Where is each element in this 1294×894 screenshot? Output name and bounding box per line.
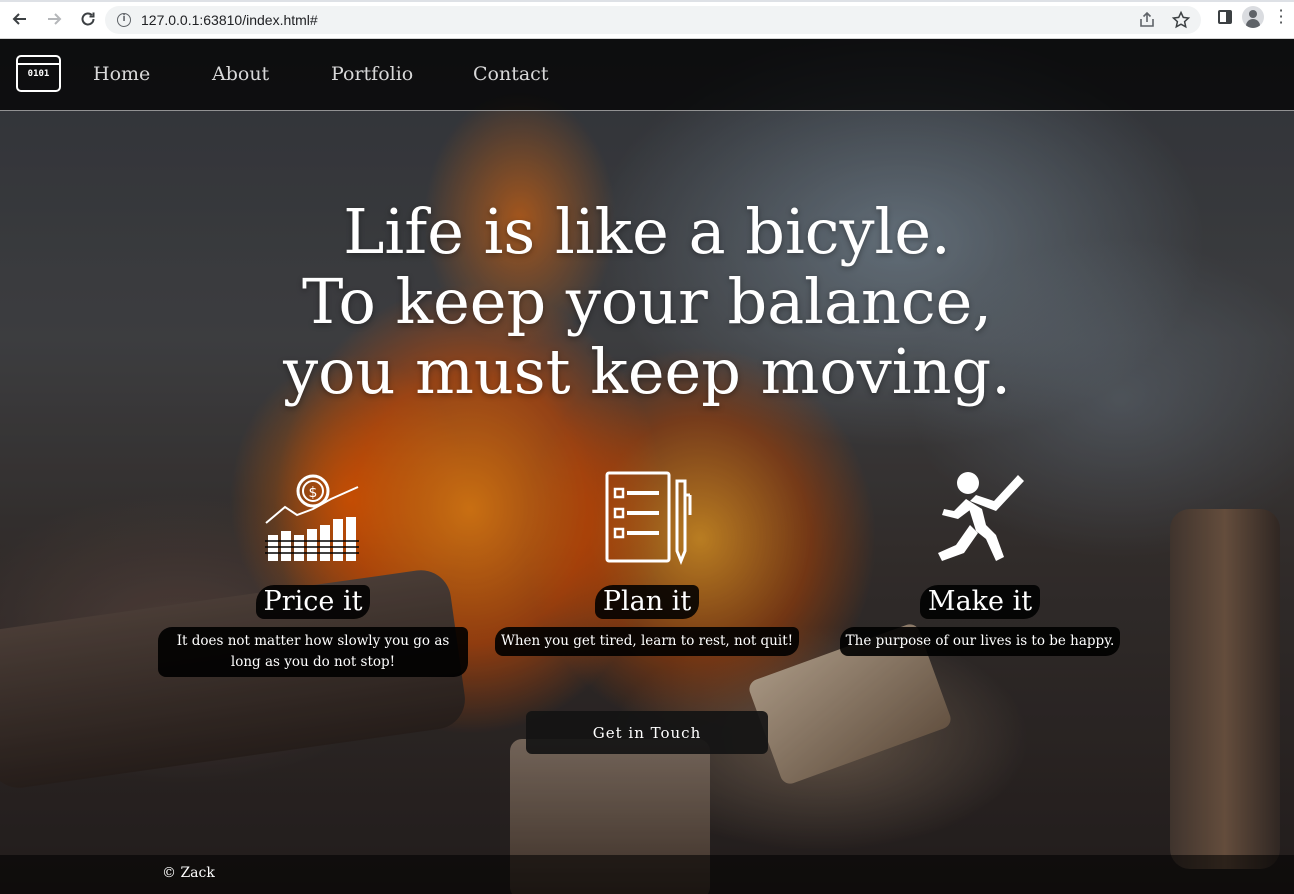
star-icon[interactable] [1171, 10, 1191, 30]
nav-link-home[interactable]: Home [93, 63, 150, 85]
feature-price: $ Price it It does not matter how slowly… [153, 469, 473, 677]
hero-line-3: you must keep moving. [283, 335, 1011, 408]
hero-line-1: Life is like a bicyle. [343, 195, 951, 268]
nav-link-contact[interactable]: Contact [473, 63, 548, 85]
nav-link-about[interactable]: About [212, 63, 269, 85]
feature-title: Price it [255, 585, 371, 619]
feature-make: Make it The purpose of our lives is to b… [820, 469, 1140, 656]
runner-icon [938, 472, 1024, 561]
reload-icon [81, 12, 95, 26]
feature-desc: When you get tired, learn to rest, not q… [494, 627, 800, 656]
page-viewport: 0101 Home About Portfolio Contact Life i… [0, 39, 1294, 894]
hero-line-2: To keep your balance, [301, 265, 993, 338]
nav-link-portfolio[interactable]: Portfolio [331, 63, 413, 85]
logo-text: 0101 [27, 69, 50, 79]
hero-quote: Life is like a bicyle. To keep your bala… [0, 197, 1294, 407]
back-button[interactable] [6, 5, 34, 33]
feature-desc: It does not matter how slowly you go as … [158, 627, 468, 677]
avatar-icon[interactable] [1242, 6, 1264, 28]
feature-title: Plan it [594, 585, 700, 619]
forward-button[interactable] [40, 5, 68, 33]
site-navbar: 0101 Home About Portfolio Contact [0, 39, 1294, 111]
money-chart-icon: $ [265, 474, 359, 561]
feature-title: Make it [919, 585, 1041, 619]
kebab-menu-icon[interactable]: · · · [1274, 3, 1288, 31]
site-info-icon[interactable]: i [117, 13, 131, 27]
get-in-touch-button[interactable]: Get in Touch [526, 711, 768, 754]
site-footer: © Zack [0, 855, 1294, 894]
browser-toolbar: i 127.0.0.1:63810/index.html# · · · [0, 0, 1294, 39]
svg-text:$: $ [309, 485, 318, 501]
reload-button[interactable] [74, 5, 102, 33]
tab-strip-edge [0, 0, 1294, 2]
share-icon[interactable] [1137, 10, 1157, 30]
checklist-pen-icon [605, 471, 692, 566]
arrow-left-icon [12, 13, 26, 25]
url-text[interactable]: 127.0.0.1:63810/index.html# [141, 12, 318, 28]
side-panel-icon[interactable] [1218, 10, 1232, 24]
address-bar[interactable]: i 127.0.0.1:63810/index.html# [105, 6, 1201, 34]
feature-plan: Plan it When you get tired, learn to res… [487, 469, 807, 656]
background-overlay [0, 39, 1294, 894]
site-logo[interactable]: 0101 [16, 55, 61, 92]
feature-desc: The purpose of our lives is to be happy. [839, 627, 1121, 656]
arrow-right-icon [48, 13, 62, 25]
footer-copyright: © Zack [162, 865, 215, 881]
